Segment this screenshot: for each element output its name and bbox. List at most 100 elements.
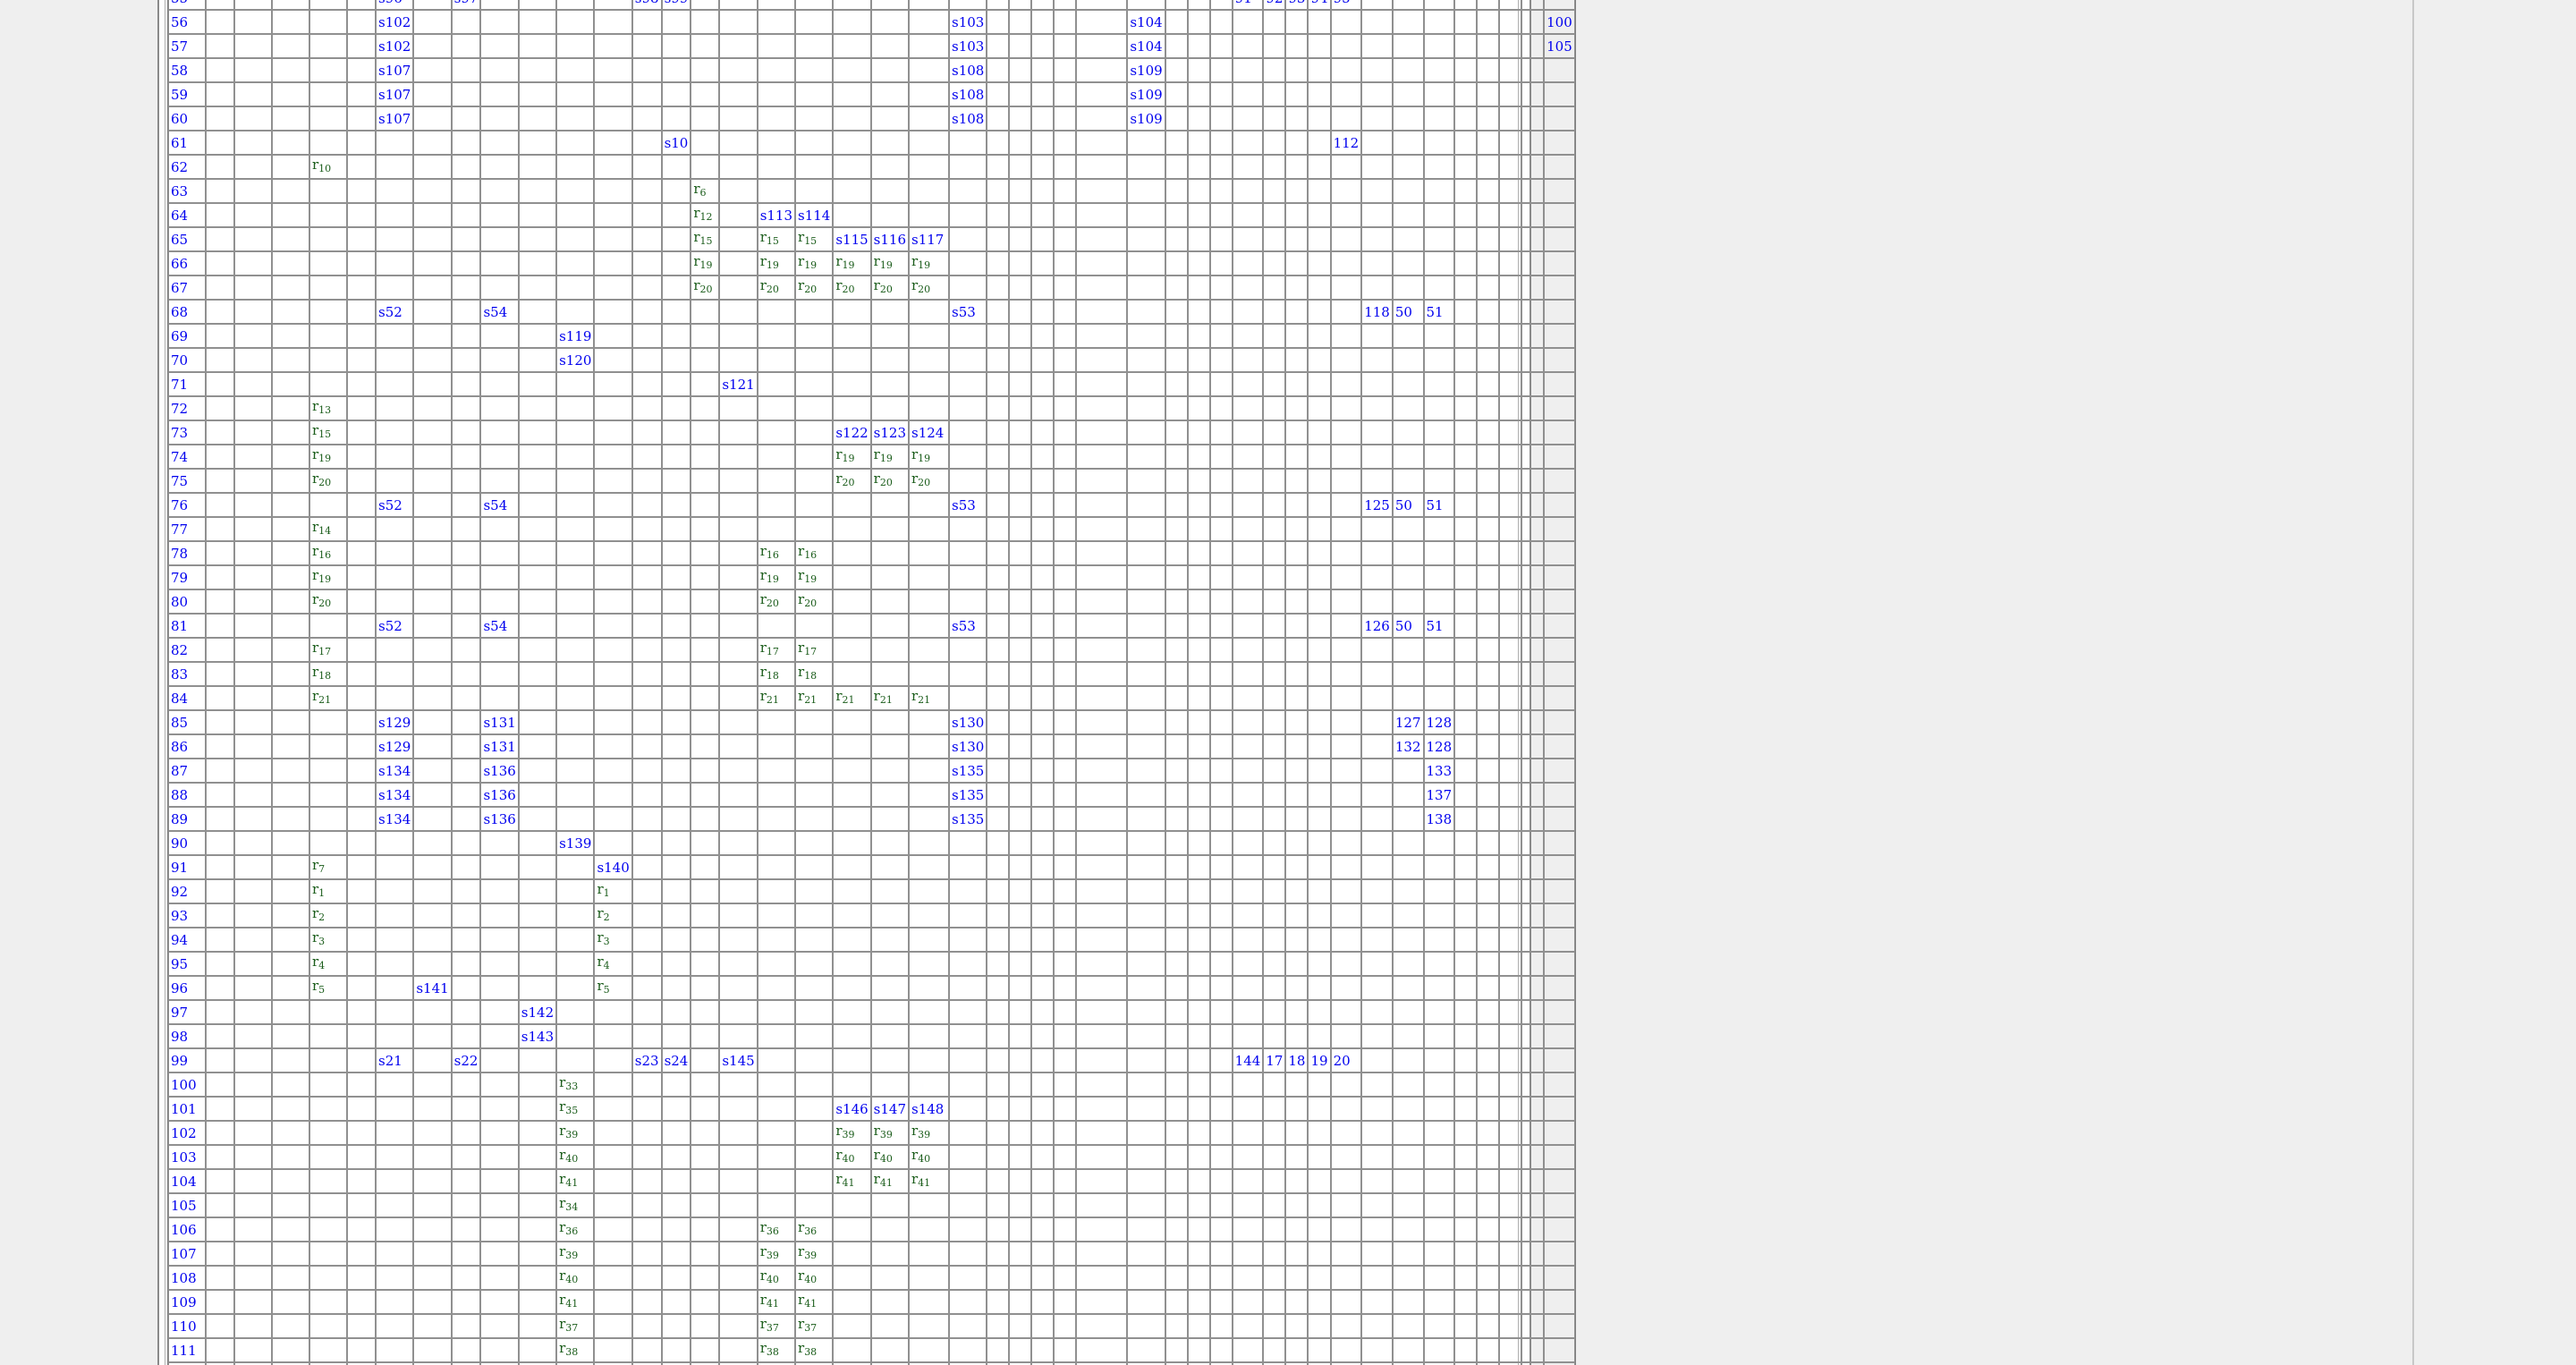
empty-cell bbox=[631, 493, 662, 517]
empty-cell bbox=[1454, 276, 1478, 300]
action-cell: 138 bbox=[1423, 807, 1455, 831]
empty-cell bbox=[1392, 1024, 1424, 1048]
reduce-rule-index: 36 bbox=[804, 1225, 818, 1237]
empty-cell bbox=[1165, 420, 1188, 445]
empty-cell bbox=[1392, 251, 1424, 276]
empty-cell bbox=[1285, 517, 1309, 541]
empty-cell bbox=[1232, 203, 1264, 227]
empty-cell bbox=[272, 928, 309, 952]
empty-cell bbox=[691, 10, 720, 34]
empty-cell bbox=[1076, 1266, 1128, 1290]
empty-cell bbox=[1544, 1266, 1575, 1290]
empty-cell bbox=[1187, 300, 1210, 324]
empty-cell bbox=[691, 155, 720, 179]
table-row: 75 r20 r20 r20 r20 bbox=[168, 469, 1575, 493]
empty-cell bbox=[1477, 759, 1500, 783]
empty-cell bbox=[272, 710, 309, 734]
empty-cell bbox=[1127, 1217, 1165, 1242]
empty-cell bbox=[234, 1145, 272, 1169]
empty-cell bbox=[1308, 372, 1331, 396]
empty-cell bbox=[413, 1290, 452, 1314]
empty-cell bbox=[1330, 638, 1362, 662]
empty-cell bbox=[309, 300, 347, 324]
empty-cell bbox=[631, 1217, 662, 1242]
empty-cell bbox=[1544, 1145, 1575, 1169]
empty-cell bbox=[1076, 638, 1128, 662]
empty-cell bbox=[347, 203, 376, 227]
empty-cell bbox=[1009, 0, 1032, 10]
empty-cell bbox=[1165, 928, 1188, 952]
empty-cell bbox=[1054, 855, 1077, 879]
empty-cell bbox=[1165, 1266, 1188, 1290]
empty-cell bbox=[234, 1290, 272, 1314]
empty-cell bbox=[1477, 1169, 1500, 1193]
empty-cell bbox=[1330, 855, 1362, 879]
empty-cell bbox=[1263, 1000, 1286, 1024]
table-row: 99 s21 s22 s23 s24 s145 144 17 18 19 20 bbox=[168, 1048, 1575, 1072]
empty-cell bbox=[691, 638, 720, 662]
empty-cell bbox=[376, 396, 414, 420]
empty-cell bbox=[1009, 58, 1032, 82]
empty-cell bbox=[1544, 638, 1575, 662]
empty-cell bbox=[757, 759, 796, 783]
reduce-rule-index: 17 bbox=[766, 646, 779, 657]
empty-cell bbox=[987, 82, 1010, 106]
empty-cell bbox=[987, 179, 1010, 203]
empty-cell bbox=[691, 348, 720, 372]
empty-cell bbox=[631, 276, 662, 300]
empty-cell bbox=[1031, 759, 1055, 783]
empty-cell bbox=[1054, 903, 1077, 928]
empty-cell bbox=[1544, 565, 1575, 589]
empty-cell bbox=[1263, 1338, 1286, 1362]
empty-cell bbox=[1263, 1217, 1286, 1242]
empty-cell bbox=[1423, 324, 1455, 348]
empty-cell bbox=[1263, 58, 1286, 82]
empty-cell bbox=[1165, 1169, 1188, 1193]
empty-cell bbox=[1423, 903, 1455, 928]
empty-cell bbox=[1165, 565, 1188, 589]
empty-cell bbox=[1392, 420, 1424, 445]
empty-cell bbox=[1009, 10, 1032, 34]
empty-cell bbox=[234, 855, 272, 879]
empty-cell bbox=[1330, 565, 1362, 589]
action-cell: s117 bbox=[909, 227, 949, 251]
empty-cell bbox=[1285, 58, 1309, 82]
empty-cell bbox=[1423, 1169, 1455, 1193]
empty-cell bbox=[234, 734, 272, 759]
reduce-rule-index: 40 bbox=[565, 1153, 579, 1165]
empty-cell bbox=[1076, 203, 1128, 227]
empty-cell bbox=[234, 807, 272, 831]
action-cell: s54 bbox=[480, 300, 519, 324]
empty-cell bbox=[833, 1266, 871, 1290]
empty-cell bbox=[1209, 493, 1233, 517]
empty-cell bbox=[1499, 203, 1522, 227]
empty-cell bbox=[376, 903, 414, 928]
empty-cell bbox=[518, 203, 557, 227]
empty-cell bbox=[1031, 614, 1055, 638]
empty-cell bbox=[987, 227, 1010, 251]
empty-cell bbox=[949, 179, 987, 203]
empty-cell bbox=[909, 831, 949, 855]
empty-cell bbox=[347, 1290, 376, 1314]
empty-cell bbox=[1544, 276, 1575, 300]
empty-cell bbox=[272, 662, 309, 686]
empty-cell bbox=[691, 1217, 720, 1242]
empty-cell bbox=[1232, 903, 1264, 928]
empty-cell bbox=[480, 396, 519, 420]
empty-cell bbox=[376, 420, 414, 445]
empty-cell bbox=[1544, 131, 1575, 155]
empty-cell bbox=[870, 131, 909, 155]
empty-cell bbox=[719, 1338, 758, 1362]
empty-cell bbox=[1499, 783, 1522, 807]
empty-cell bbox=[949, 445, 987, 469]
state-number-cell: 97 bbox=[168, 1000, 206, 1024]
action-cell: s21 bbox=[376, 1048, 414, 1072]
empty-cell bbox=[556, 686, 595, 710]
empty-cell bbox=[594, 1314, 632, 1338]
empty-cell bbox=[556, 131, 595, 155]
empty-cell bbox=[719, 203, 758, 227]
empty-cell bbox=[309, 831, 347, 855]
empty-cell bbox=[1263, 1072, 1286, 1097]
empty-cell bbox=[1477, 1338, 1500, 1362]
reduce-action-cell: r20 bbox=[309, 469, 347, 493]
